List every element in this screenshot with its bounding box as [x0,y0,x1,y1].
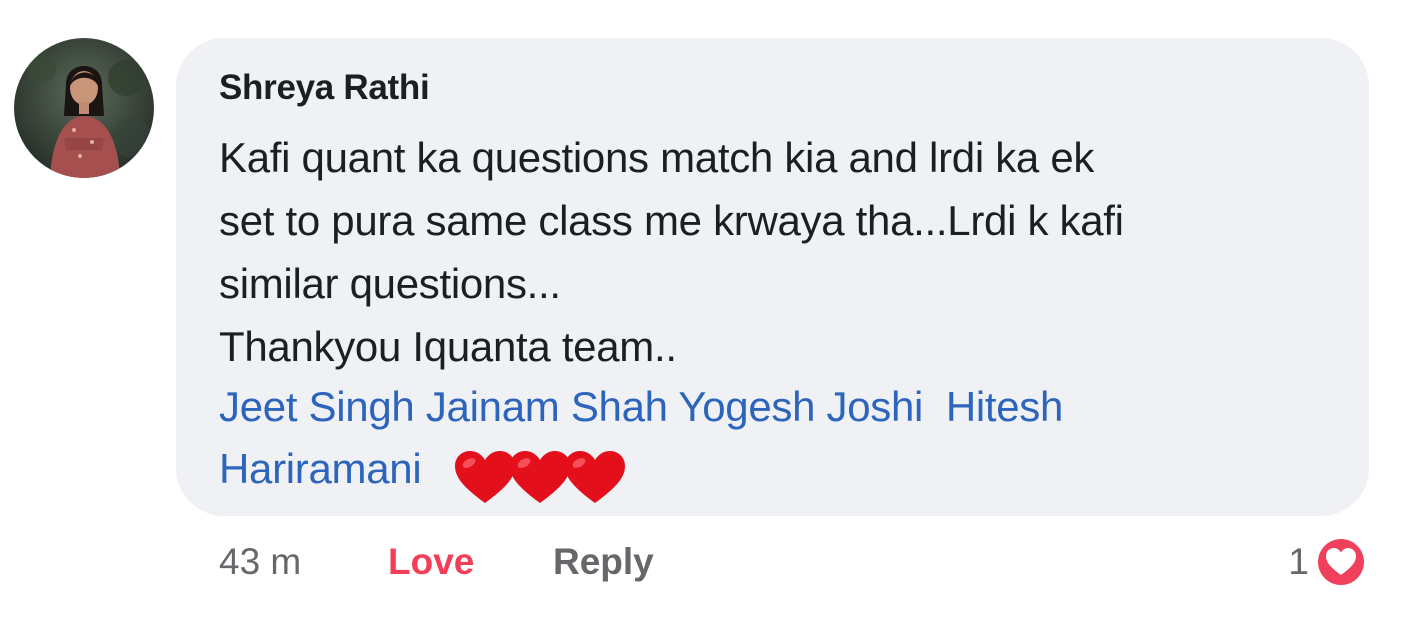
comment-body-line: similar questions... [219,260,561,307]
reaction-summary[interactable]: 1 [1288,534,1369,590]
love-button[interactable]: Love [388,541,474,583]
tag-hitesh-hariramani[interactable]: Hariramani [219,445,422,492]
love-reaction-icon [1315,536,1367,588]
tag-jeet-singh[interactable]: Jeet Singh [219,383,415,430]
comment-body-line: Thankyou Iquanta team.. [219,323,677,370]
comment-body: Kafi quant ka questions match kia and lr… [219,126,1349,378]
comment-tags: Jeet Singh Jainam Shah Yogesh Joshi Hite… [219,376,1339,507]
tag-hitesh-hariramani[interactable]: Hitesh [946,383,1064,430]
tag-yogesh-joshi[interactable]: Yogesh Joshi [678,383,923,430]
comment-body-line: set to pura same class me krwaya tha...L… [219,197,1124,244]
comment-body-line: Kafi quant ka questions match kia and lr… [219,134,1095,181]
avatar[interactable] [14,38,154,178]
reply-button[interactable]: Reply [553,541,654,583]
tag-jainam-shah[interactable]: Jainam Shah [426,383,668,430]
comment-timestamp[interactable]: 43 m [219,541,301,583]
reaction-count: 1 [1288,541,1309,582]
heart-emoji-icon [453,444,625,507]
comment-author[interactable]: Shreya Rathi [219,68,430,108]
